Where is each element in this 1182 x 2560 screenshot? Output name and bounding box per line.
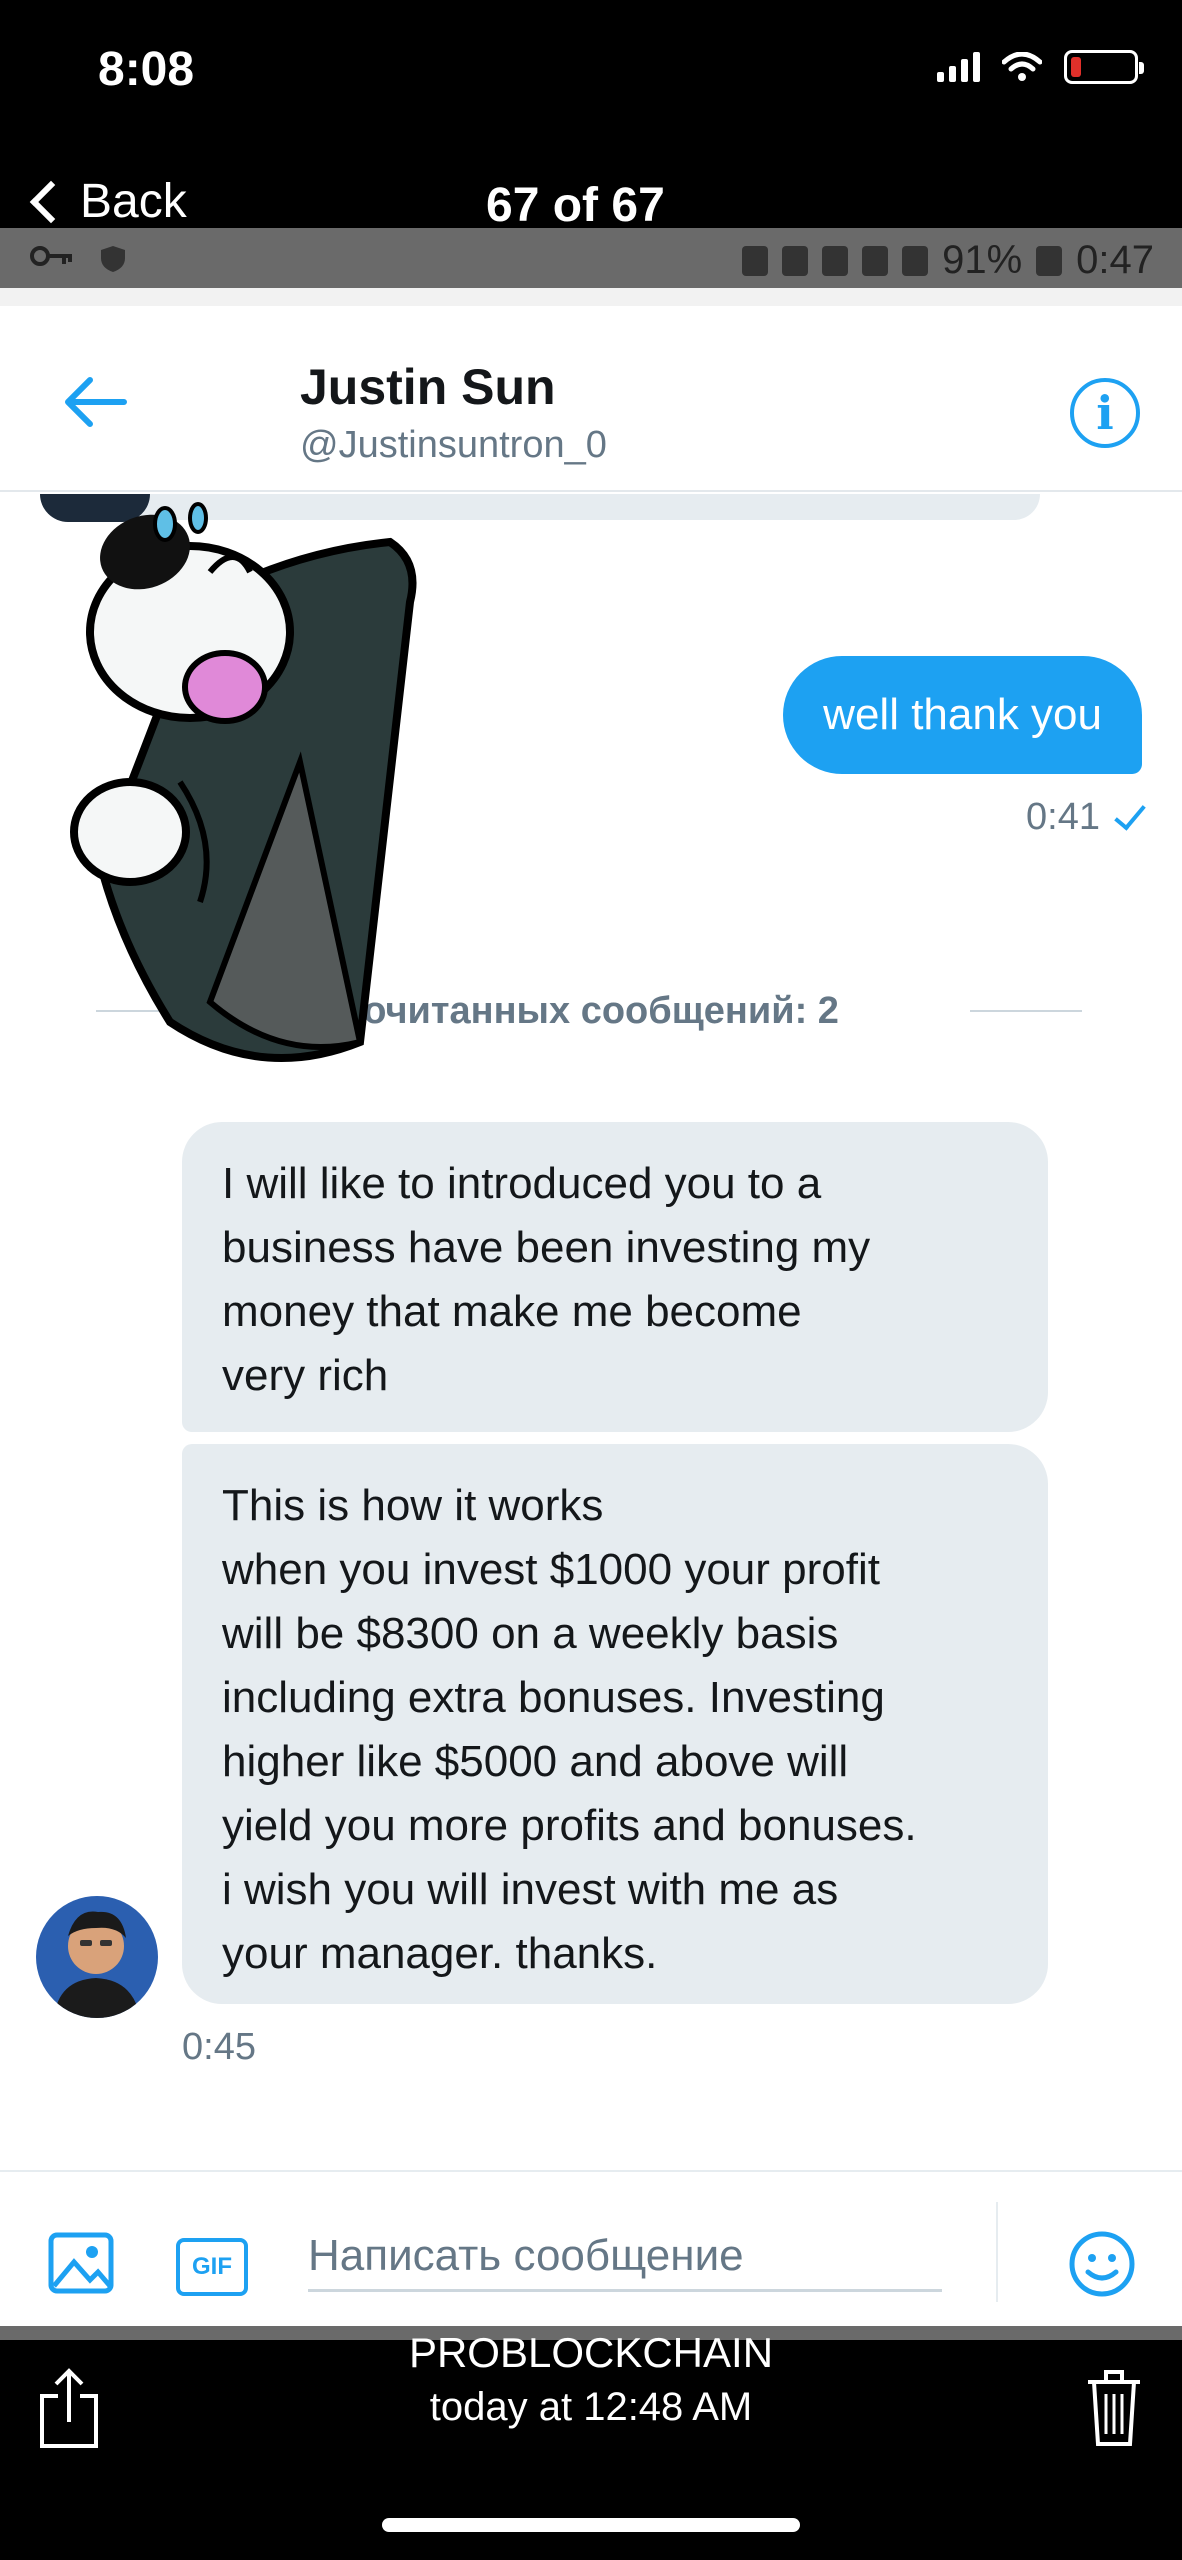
received-message-bubble[interactable]: This is how it works when you invest $10… bbox=[182, 1444, 1048, 2004]
message-line: business have been investing my bbox=[222, 1223, 871, 1272]
message-line: higher like $5000 and above will bbox=[222, 1737, 849, 1786]
chevron-left-icon bbox=[29, 180, 73, 223]
signal-icon bbox=[937, 52, 980, 82]
info-icon[interactable]: i bbox=[1070, 378, 1140, 448]
message-line: I will like to introduced you to a bbox=[222, 1159, 822, 1208]
image-icon[interactable] bbox=[48, 2232, 114, 2294]
wifi-icon bbox=[862, 245, 889, 276]
status-icons bbox=[937, 50, 1144, 84]
key-icon bbox=[30, 246, 72, 266]
read-check-icon bbox=[1114, 796, 1146, 831]
alarm-icon bbox=[822, 245, 849, 276]
message-input[interactable] bbox=[308, 2222, 942, 2292]
battery-icon bbox=[1036, 245, 1063, 276]
android-status-bar: 91% 0:47 bbox=[0, 228, 1182, 288]
lock-icon bbox=[742, 245, 769, 276]
image-counter: 67 of 67 bbox=[486, 179, 665, 232]
contact-name: Justin Sun bbox=[300, 359, 556, 415]
contact-handle: @Justinsuntron_0 bbox=[300, 424, 607, 466]
received-message-time: 0:45 bbox=[182, 2026, 256, 2068]
sent-timestamp: today at 12:48 AM bbox=[429, 2385, 753, 2429]
status-time: 8:08 bbox=[98, 43, 195, 96]
message-line: very rich bbox=[222, 1351, 389, 1400]
sent-message-meta: 0:41 bbox=[1026, 796, 1146, 839]
compose-bar: GIF bbox=[0, 2170, 1182, 2326]
message-line: when you invest $1000 your profit bbox=[222, 1545, 880, 1594]
viewer-bottom-bar: PROBLOCKCHAIN today at 12:48 AM bbox=[0, 2326, 1182, 2560]
viewer-top-bar: Back 67 of 67 bbox=[0, 150, 1182, 232]
message-line: will be $8300 on a weekly basis bbox=[222, 1609, 839, 1658]
sent-message-bubble[interactable]: well thank you bbox=[783, 656, 1142, 774]
battery-icon bbox=[1064, 50, 1144, 84]
home-indicator[interactable] bbox=[382, 2518, 800, 2532]
signal-icon bbox=[902, 245, 929, 276]
android-time: 0:47 bbox=[1076, 238, 1154, 282]
message-line: i wish you will invest with me as bbox=[222, 1865, 839, 1914]
back-label: Back bbox=[80, 175, 187, 228]
message-line: yield you more profits and bonuses. bbox=[222, 1801, 917, 1850]
message-line: your manager. thanks. bbox=[222, 1929, 658, 1978]
message-line: including extra bonuses. Investing bbox=[222, 1673, 885, 1722]
sent-message-time: 0:41 bbox=[1026, 796, 1100, 838]
back-button[interactable]: Back bbox=[22, 174, 187, 229]
emoji-icon[interactable] bbox=[1068, 2230, 1136, 2298]
mute-icon bbox=[782, 245, 809, 276]
dm-conversation: Justin Sun @Justinsuntron_0 i well thank… bbox=[0, 288, 1182, 2326]
shield-icon bbox=[101, 246, 125, 272]
bear-sticker bbox=[70, 502, 417, 1062]
message-line: money that make me become bbox=[222, 1287, 802, 1336]
trash-icon[interactable] bbox=[1086, 2366, 1142, 2448]
gif-icon[interactable]: GIF bbox=[176, 2238, 248, 2296]
back-arrow-icon[interactable] bbox=[58, 372, 138, 432]
battery-percent: 91% bbox=[942, 238, 1023, 282]
avatar[interactable] bbox=[36, 1896, 158, 2018]
sender-name: PROBLOCKCHAIN bbox=[408, 2329, 774, 2376]
wifi-icon bbox=[1002, 52, 1042, 81]
received-message-bubble[interactable]: I will like to introduced you to a busin… bbox=[182, 1122, 1048, 1432]
conversation-header: Justin Sun @Justinsuntron_0 i bbox=[0, 306, 1182, 492]
ios-status-bar: 8:08 bbox=[0, 0, 1182, 150]
message-line: This is how it works bbox=[222, 1481, 604, 1530]
